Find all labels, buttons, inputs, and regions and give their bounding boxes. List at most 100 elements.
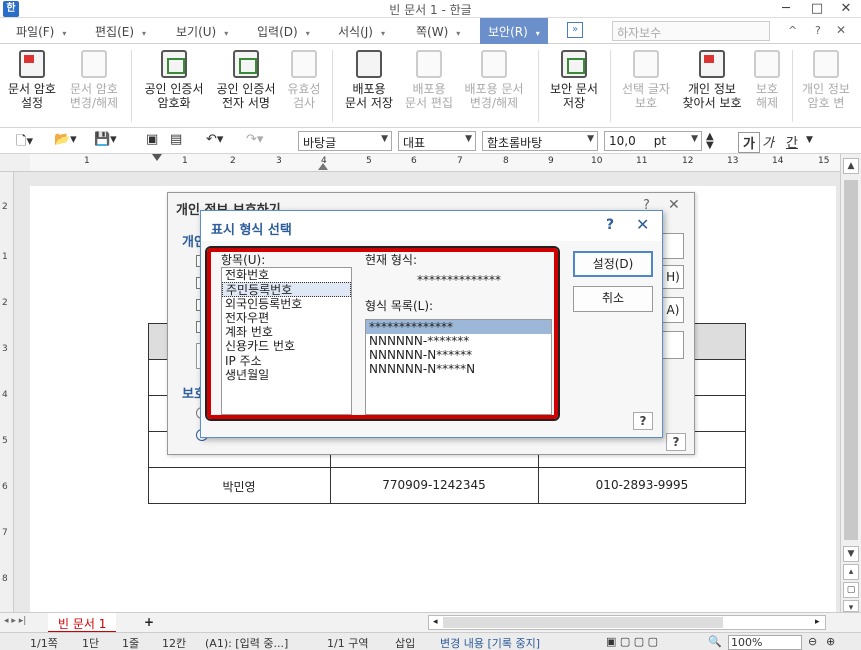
- size-stepper-icon[interactable]: ▲ ▼: [706, 132, 714, 151]
- dialog-close-icon[interactable]: ✕: [636, 215, 649, 234]
- zoom-select[interactable]: 100%: [728, 635, 802, 650]
- back-side-button[interactable]: [662, 331, 684, 359]
- dialog-help-button[interactable]: ?: [633, 412, 653, 430]
- maximize-button[interactable]: □: [802, 0, 832, 18]
- add-tab-button[interactable]: +: [134, 613, 164, 633]
- page-icon[interactable]: ▢: [843, 582, 859, 598]
- scroll-up-icon[interactable]: ▲: [843, 158, 859, 174]
- vertical-ruler[interactable]: 2 1 2 3 4 5 6 7 8: [0, 172, 14, 612]
- cancel-button[interactable]: 취소: [573, 286, 653, 312]
- format-item[interactable]: NNNNNN-N*****N: [366, 362, 551, 376]
- preview-icon[interactable]: ▤: [170, 132, 182, 147]
- zoom-in-icon[interactable]: ⊕: [826, 635, 835, 648]
- scroll-left-icon[interactable]: ◂: [433, 617, 438, 627]
- cert-sign-button[interactable]: 공인 인증서 전자 서명: [210, 48, 282, 110]
- table-cell-phone[interactable]: 010-2893-9995: [538, 478, 746, 492]
- menu-format[interactable]: 서식(J) ▾: [338, 23, 385, 40]
- back-side-button[interactable]: [662, 233, 684, 259]
- list-item[interactable]: 생년월일: [222, 368, 351, 382]
- back-help-button[interactable]: ?: [666, 433, 686, 451]
- ribbon-expand-icon[interactable]: »: [567, 22, 583, 38]
- binoculars-icon: [699, 50, 725, 78]
- format-list[interactable]: ************** NNNNNN-******* NNNNNN-N**…: [365, 319, 552, 415]
- font-select[interactable]: 함초롬바탕 ▼: [482, 131, 598, 151]
- font-lang-select[interactable]: 대표 ▼: [398, 131, 476, 151]
- back-a-button[interactable]: A): [662, 297, 684, 323]
- indent-marker-icon[interactable]: [152, 154, 162, 161]
- change-distribution-button[interactable]: 배포용 문서 변경/해제: [458, 48, 530, 110]
- italic-button[interactable]: 가: [762, 132, 774, 151]
- hscroll-thumb[interactable]: [443, 617, 723, 628]
- font-size-input[interactable]: 10,0 pt ▼: [604, 131, 702, 151]
- save-icon[interactable]: 💾▾: [94, 132, 117, 147]
- format-item[interactable]: NNNNNN-N******: [366, 348, 551, 362]
- find-protect-personal-info-button[interactable]: 개인 정보 찾아서 보호: [676, 48, 748, 110]
- underline-button[interactable]: 간: [786, 132, 798, 151]
- collapse-ribbon-icon[interactable]: ^: [788, 24, 797, 37]
- redo-icon[interactable]: ↷▾: [246, 132, 263, 147]
- vertical-scrollbar[interactable]: ▲ ▼ ▴ ▢ ▾: [840, 154, 861, 613]
- zoom-out-icon[interactable]: ⊖: [808, 635, 817, 648]
- horizontal-ruler[interactable]: 1 1 2 3 4 5 6 7 8 9 10 11 12 13 14 15: [30, 154, 840, 172]
- menu-insert[interactable]: 입력(D) ▾: [257, 23, 310, 40]
- set-button[interactable]: 설정(D): [573, 251, 653, 277]
- status-track-changes[interactable]: 변경 내용 [기록 중지]: [440, 635, 540, 650]
- close-doc-icon[interactable]: ✕: [836, 23, 846, 37]
- edit-distribution-button[interactable]: 배포용 문서 편집: [400, 48, 458, 110]
- validity-check-button[interactable]: 유효성 검사: [282, 48, 326, 110]
- undo-icon[interactable]: ↶▾: [206, 132, 223, 147]
- ruler-corner: [0, 154, 30, 172]
- hanja-search-input[interactable]: 하자보수: [612, 21, 770, 41]
- scroll-thumb[interactable]: [844, 180, 858, 540]
- menu-page[interactable]: 쪽(W) ▾: [416, 23, 460, 40]
- underline-dropdown-icon[interactable]: ▼: [806, 135, 813, 145]
- scroll-right-icon[interactable]: ▸: [815, 617, 820, 627]
- new-doc-icon[interactable]: 🗋▾: [16, 132, 33, 154]
- list-item[interactable]: 전자우편: [222, 311, 351, 325]
- scroll-down-icon[interactable]: ▼: [843, 546, 859, 562]
- unprotect-button[interactable]: 보호 해제: [748, 48, 786, 110]
- items-list[interactable]: 전화번호 주민등록번호 외국인등록번호 전자우편 계좌 번호 신용카드 번호 I…: [221, 267, 352, 415]
- print-icon[interactable]: ▣: [146, 132, 158, 147]
- format-item-selected[interactable]: **************: [366, 320, 551, 334]
- list-item[interactable]: IP 주소: [222, 354, 351, 368]
- tab-marker-icon[interactable]: [318, 163, 328, 170]
- menu-file[interactable]: 파일(F) ▾: [16, 23, 66, 40]
- set-doc-password-button[interactable]: 문서 암호 설정: [2, 48, 62, 110]
- list-item-selected[interactable]: 주민등록번호: [222, 282, 351, 297]
- cert-encrypt-button[interactable]: 공인 인증서 암호화: [138, 48, 210, 110]
- zoom-icon[interactable]: 🔍: [708, 635, 722, 648]
- back-h-button[interactable]: H): [662, 265, 684, 289]
- minimize-button[interactable]: ─: [771, 0, 801, 18]
- prev-page-icon[interactable]: ▴: [843, 564, 859, 580]
- status-mode[interactable]: 삽입: [395, 635, 415, 650]
- protect-selection-button[interactable]: 선택 글자 보호: [616, 48, 676, 110]
- open-folder-icon[interactable]: 📂▾: [54, 132, 77, 147]
- menu-security[interactable]: 보안(R) ▾: [480, 18, 548, 44]
- tab-nav-icons[interactable]: ◂ ▸ ▸|: [4, 616, 26, 626]
- view-mode-icons[interactable]: ▣ ▢ ▢ ▢: [606, 635, 658, 648]
- dialog-help-icon[interactable]: ?: [606, 217, 614, 233]
- back-dialog-close-icon[interactable]: ✕: [668, 197, 680, 213]
- next-page-icon[interactable]: ▾: [843, 600, 859, 613]
- save-distribution-button[interactable]: 배포용 문서 저장: [338, 48, 400, 110]
- table-cell-name[interactable]: 박민영: [148, 478, 330, 495]
- format-item[interactable]: NNNNNN-*******: [366, 334, 551, 348]
- table-cell-id[interactable]: 770909-1242345: [330, 478, 538, 492]
- change-doc-password-button[interactable]: 문서 암호 변경/해제: [62, 48, 126, 110]
- status-page[interactable]: 1/1쪽: [30, 635, 58, 650]
- list-item[interactable]: 전화번호: [222, 268, 351, 282]
- close-window-button[interactable]: ✕: [831, 0, 861, 18]
- doc-tab[interactable]: 빈 문서 1: [48, 613, 117, 633]
- horizontal-scrollbar[interactable]: ◂ ▸: [428, 615, 826, 630]
- menu-edit[interactable]: 편집(E) ▾: [95, 23, 146, 40]
- menu-view[interactable]: 보기(U) ▾: [176, 23, 228, 40]
- list-item[interactable]: 외국인등록번호: [222, 297, 351, 311]
- list-item[interactable]: 계좌 번호: [222, 325, 351, 339]
- help-icon[interactable]: ?: [815, 24, 821, 37]
- change-personal-info-password-button[interactable]: 개인 정보 암호 변: [796, 48, 856, 110]
- bold-button[interactable]: 가: [738, 132, 760, 153]
- style-select[interactable]: 바탕글 ▼: [298, 131, 392, 151]
- save-secure-doc-button[interactable]: 보안 문서 저장: [543, 48, 605, 110]
- list-item[interactable]: 신용카드 번호: [222, 339, 351, 353]
